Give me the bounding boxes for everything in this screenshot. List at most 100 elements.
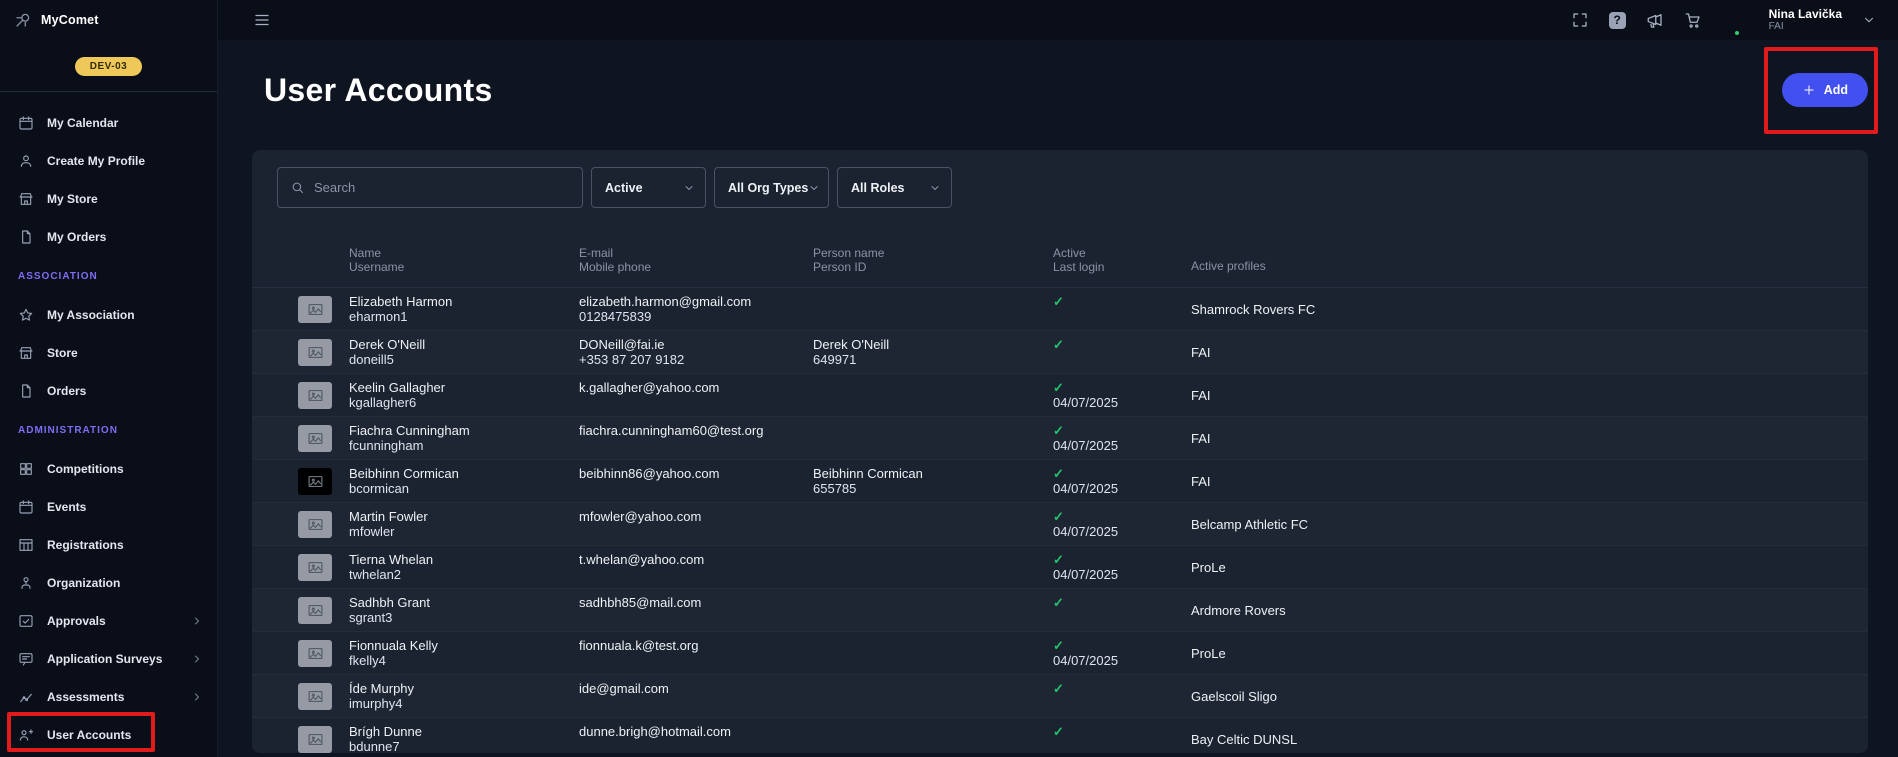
user-full-name: Sadhbh Grant bbox=[349, 595, 579, 610]
row-avatar bbox=[298, 382, 332, 409]
sidebar-item-my-orders[interactable]: My Orders bbox=[0, 218, 217, 256]
active-profiles: FAI bbox=[1191, 474, 1211, 489]
person-name: Beibhinn Cormican bbox=[813, 466, 1053, 481]
sidebar-item-user-accounts[interactable]: User Accounts bbox=[0, 716, 217, 754]
table-header-row: NameUsernameE-mailMobile phonePerson nam… bbox=[252, 244, 1868, 288]
column-header-active-profiles: Active profiles bbox=[1191, 244, 1848, 287]
user-menu[interactable]: Nina Lavička FAI bbox=[1769, 7, 1842, 33]
table-row-kgallagher6[interactable]: Keelin Gallagherkgallagher6k.gallagher@y… bbox=[252, 374, 1868, 417]
active-check-icon: ✓ bbox=[1053, 294, 1191, 309]
status-filter-value: Active bbox=[605, 181, 643, 195]
table-row-eharmon1[interactable]: Elizabeth Harmoneharmon1elizabeth.harmon… bbox=[252, 288, 1868, 331]
user-full-name: Keelin Gallagher bbox=[349, 380, 579, 395]
sidebar-item-approvals[interactable]: Approvals bbox=[0, 602, 217, 640]
user-avatar[interactable] bbox=[1722, 7, 1749, 34]
filters-bar: Active All Org Types All Roles bbox=[252, 150, 1868, 208]
email: sadhbh85@mail.com bbox=[579, 595, 813, 610]
row-avatar bbox=[298, 468, 332, 495]
org-type-filter-value: All Org Types bbox=[728, 181, 808, 195]
app-logo[interactable]: MyComet bbox=[0, 0, 217, 40]
megaphone-icon[interactable] bbox=[1646, 11, 1664, 29]
table-row-fkelly4[interactable]: Fionnuala Kellyfkelly4fionnuala.k@test.o… bbox=[252, 632, 1868, 675]
sidebar-item-events[interactable]: Events bbox=[0, 488, 217, 526]
table-row-bcormican[interactable]: Beibhinn Cormicanbcormicanbeibhinn86@yah… bbox=[252, 460, 1868, 503]
sidebar-item-label: My Calendar bbox=[47, 116, 118, 130]
row-avatar bbox=[298, 511, 332, 538]
org-type-filter-select[interactable]: All Org Types bbox=[714, 167, 829, 208]
sidebar-item-assessments[interactable]: Assessments bbox=[0, 678, 217, 716]
sidebar-item-my-calendar[interactable]: My Calendar bbox=[0, 104, 217, 142]
plus-icon bbox=[1802, 83, 1816, 97]
active-profiles: Ardmore Rovers bbox=[1191, 603, 1286, 618]
role-filter-select[interactable]: All Roles bbox=[837, 167, 952, 208]
user-accounts-card: Active All Org Types All Roles NameUsern… bbox=[252, 150, 1868, 753]
star-icon bbox=[18, 307, 34, 323]
row-avatar bbox=[298, 640, 332, 667]
survey-icon bbox=[18, 651, 34, 667]
active-check-icon: ✓ bbox=[1053, 337, 1191, 352]
table-row-sgrant3[interactable]: Sadhbh Grantsgrant3sadhbh85@mail.com ✓Ard… bbox=[252, 589, 1868, 632]
sidebar-item-label: Orders bbox=[47, 384, 86, 398]
person-id: 655785 bbox=[813, 481, 1053, 496]
users-icon bbox=[18, 727, 34, 743]
last-login: 04/07/2025 bbox=[1053, 395, 1191, 410]
row-avatar bbox=[298, 296, 332, 323]
sidebar-item-create-my-profile[interactable]: Create My Profile bbox=[0, 142, 217, 180]
online-status-dot bbox=[1733, 29, 1741, 37]
active-check-icon: ✓ bbox=[1053, 595, 1191, 610]
sidebar-item-my-store[interactable]: My Store bbox=[0, 180, 217, 218]
fullscreen-icon[interactable] bbox=[1571, 11, 1589, 29]
user-name: Nina Lavička bbox=[1769, 7, 1842, 21]
username: eharmon1 bbox=[349, 309, 579, 324]
chevron-down-icon bbox=[808, 182, 820, 194]
mobile-phone: +353 87 207 9182 bbox=[579, 352, 813, 367]
sidebar: MyComet DEV-03 My CalendarCreate My Prof… bbox=[0, 0, 218, 757]
active-profiles: Bay Celtic DUNSL bbox=[1191, 732, 1297, 747]
column-header-name: NameUsername bbox=[349, 244, 579, 287]
chevron-down-icon[interactable] bbox=[1862, 13, 1876, 27]
username: twhelan2 bbox=[349, 567, 579, 582]
grid-icon bbox=[18, 461, 34, 477]
table-row-fcunningham[interactable]: Fiachra Cunninghamfcunninghamfiachra.cun… bbox=[252, 417, 1868, 460]
cart-icon[interactable] bbox=[1684, 11, 1702, 29]
add-button[interactable]: Add bbox=[1782, 73, 1868, 107]
sidebar-item-organization[interactable]: Organization bbox=[0, 564, 217, 602]
user-full-name: Derek O'Neill bbox=[349, 337, 579, 352]
table-row-mfowler[interactable]: Martin Fowlermfowlermfowler@yahoo.com✓04… bbox=[252, 503, 1868, 546]
table-row-bdunne7[interactable]: Brígh Dunnebdunne7dunne.brigh@hotmail.co… bbox=[252, 718, 1868, 753]
sidebar-item-application-surveys[interactable]: Application Surveys bbox=[0, 640, 217, 678]
active-check-icon: ✓ bbox=[1053, 681, 1191, 696]
document-icon bbox=[18, 383, 34, 399]
comet-logo-icon bbox=[14, 11, 32, 29]
menu-icon[interactable] bbox=[253, 11, 271, 29]
add-button-label: Add bbox=[1824, 83, 1848, 97]
active-profiles: ProLe bbox=[1191, 646, 1226, 661]
help-icon[interactable]: ? bbox=[1609, 12, 1626, 29]
sidebar-item-registrations[interactable]: Registrations bbox=[0, 526, 217, 564]
search-box bbox=[277, 167, 583, 208]
row-avatar bbox=[298, 425, 332, 452]
username: sgrant3 bbox=[349, 610, 579, 625]
sidebar-item-label: Application Surveys bbox=[47, 652, 162, 666]
chevron-down-icon bbox=[683, 182, 695, 194]
table-row-doneill5[interactable]: Derek O'Neilldoneill5DONeill@fai.ie+353 … bbox=[252, 331, 1868, 374]
email: mfowler@yahoo.com bbox=[579, 509, 813, 524]
user-accounts-table: NameUsernameE-mailMobile phonePerson nam… bbox=[252, 244, 1868, 753]
active-profiles: Belcamp Athletic FC bbox=[1191, 517, 1308, 532]
sidebar-item-competitions[interactable]: Competitions bbox=[0, 450, 217, 488]
sidebar-item-my-association[interactable]: My Association bbox=[0, 296, 217, 334]
active-check-icon: ✓ bbox=[1053, 638, 1191, 653]
sidebar-item-label: Organization bbox=[47, 576, 120, 590]
topbar: ? Nina Lavička FAI bbox=[218, 0, 1898, 40]
person-id: 649971 bbox=[813, 352, 1053, 367]
sidebar-item-store[interactable]: Store bbox=[0, 334, 217, 372]
table-row-imurphy4[interactable]: Íde Murphyimurphy4ide@gmail.com✓Gaelscoi… bbox=[252, 675, 1868, 718]
row-avatar bbox=[298, 597, 332, 624]
table-row-twhelan2[interactable]: Tierna Whelantwhelan2t.whelan@yahoo.com✓… bbox=[252, 546, 1868, 589]
user-full-name: Beibhinn Cormican bbox=[349, 466, 579, 481]
sidebar-item-orders[interactable]: Orders bbox=[0, 372, 217, 410]
sidebar-item-label: My Orders bbox=[47, 230, 106, 244]
status-filter-select[interactable]: Active bbox=[591, 167, 706, 208]
store-icon bbox=[18, 191, 34, 207]
search-input[interactable] bbox=[314, 180, 570, 195]
